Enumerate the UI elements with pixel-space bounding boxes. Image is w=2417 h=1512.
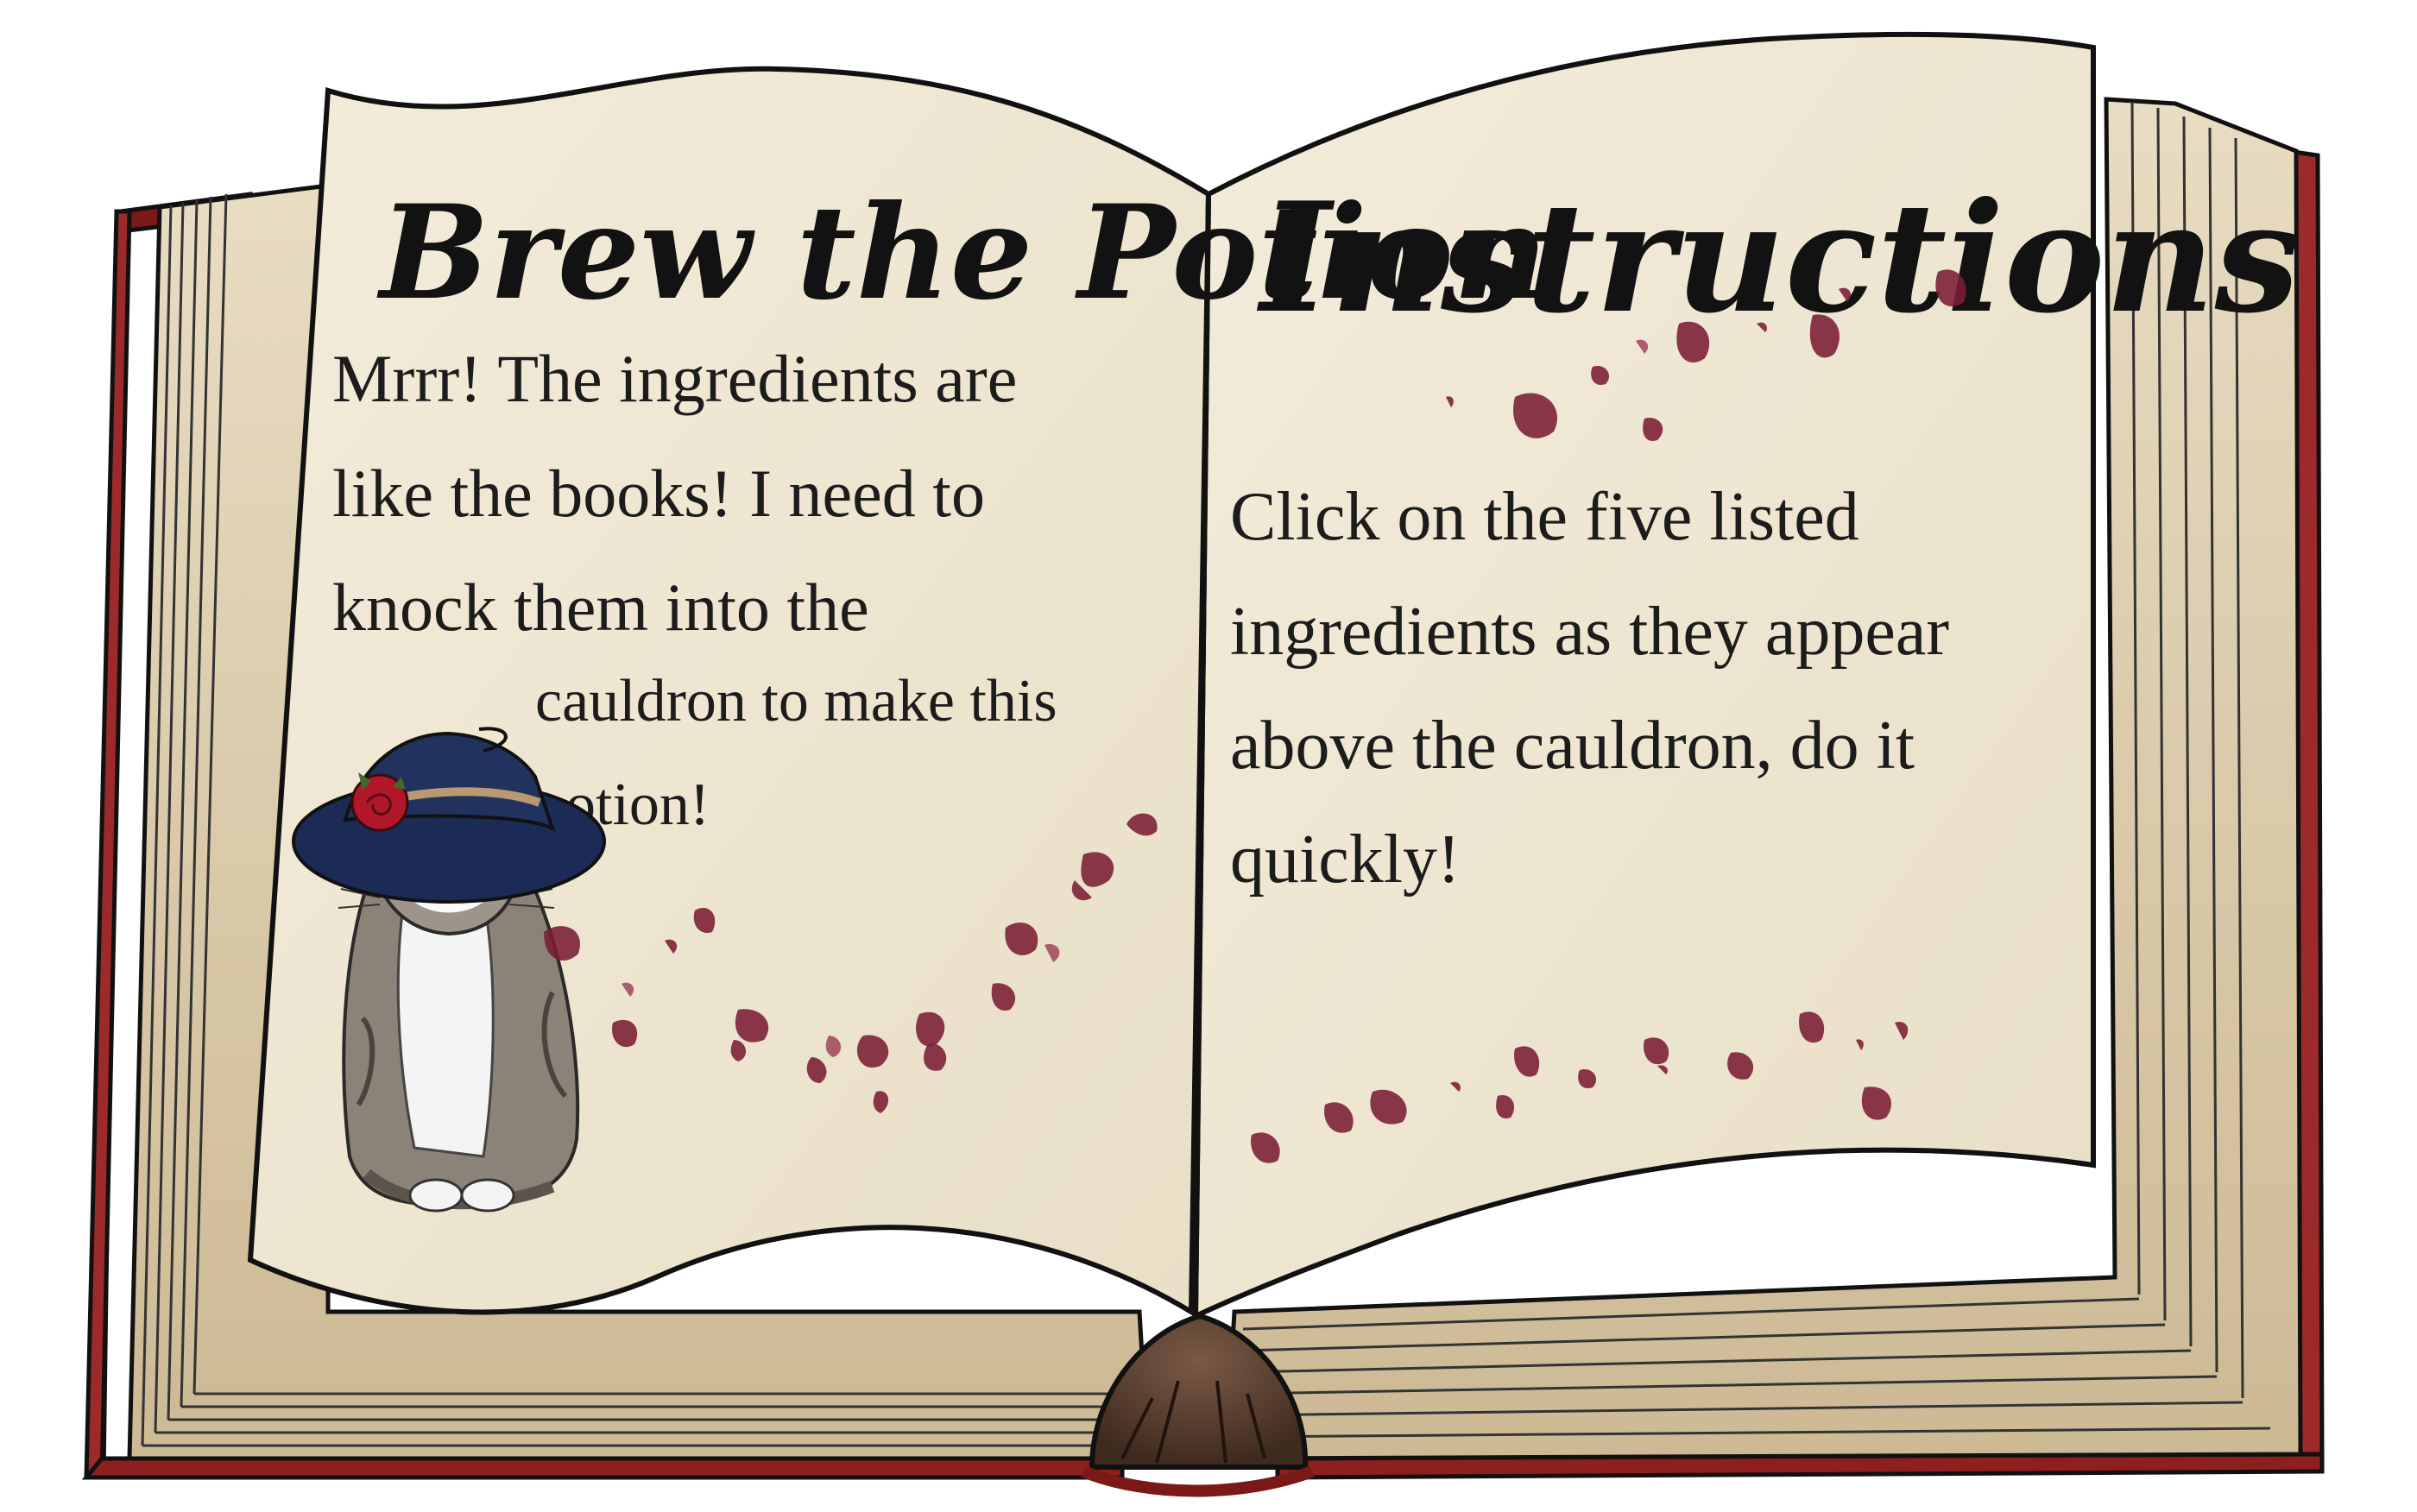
right-text-line: Click on the five listed — [1230, 479, 1859, 555]
left-text-line: knock them into the — [332, 570, 869, 645]
left-text-line: Mrrr! The ingredients are — [332, 341, 1017, 416]
right-page-title: Instructions — [1256, 170, 2300, 347]
right-text-line: ingredients as they appear — [1230, 594, 1949, 670]
left-text-line: like the books! I need to — [332, 456, 985, 531]
right-text-line: above the cauldron, do it — [1230, 708, 1915, 784]
left-text-line: cauldron to make this — [535, 668, 1057, 734]
right-text-line: quickly! — [1230, 822, 1461, 898]
storybook-scene: Brew the Potion Instructions Mrrr! The i… — [81, 31, 2325, 1497]
